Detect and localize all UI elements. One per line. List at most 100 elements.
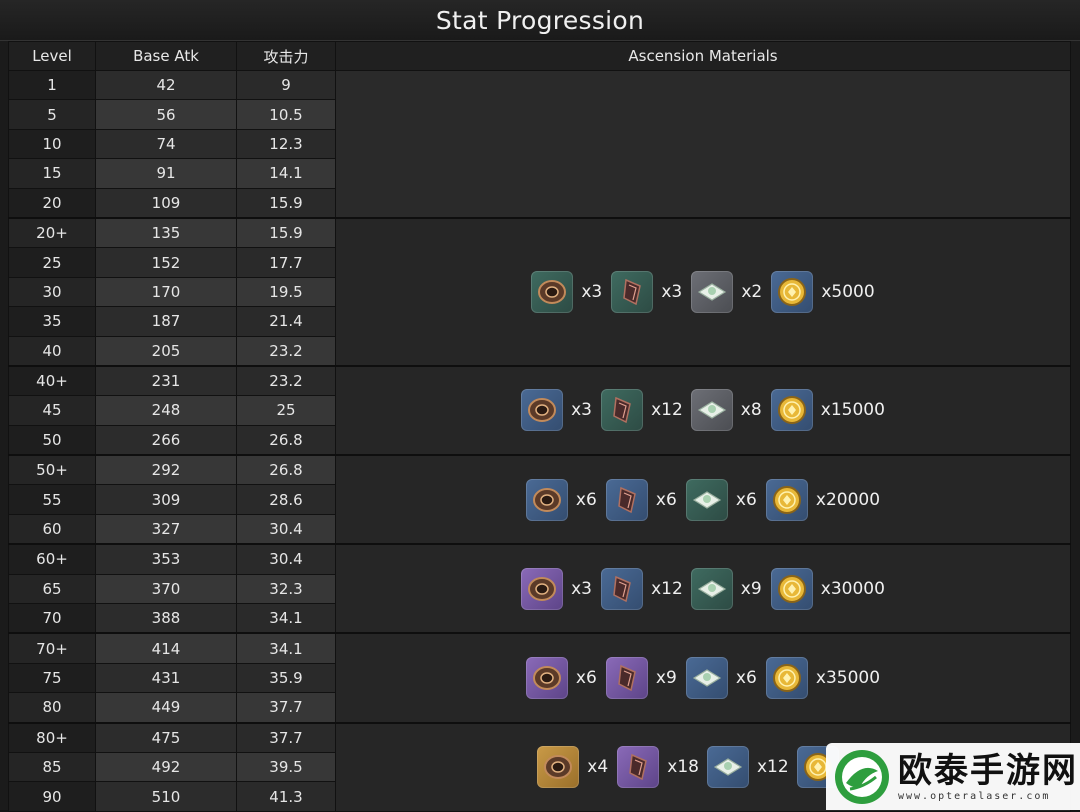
material-item[interactable]: x5000: [771, 270, 875, 313]
elite-drop-material-icon[interactable]: [601, 389, 644, 432]
cell-level: 75: [8, 662, 96, 694]
elite-drop-material-icon[interactable]: [605, 478, 648, 521]
material-item[interactable]: x12: [601, 567, 683, 610]
stat-progression-panel: Stat Progression Level Base Atk 攻击力 Asce…: [0, 0, 1080, 812]
common-drop-material-icon[interactable]: [690, 389, 733, 432]
material-item[interactable]: x6: [605, 478, 678, 521]
common-drop-material-icon[interactable]: [690, 567, 733, 610]
material-item[interactable]: x6: [525, 657, 598, 699]
material-item[interactable]: x20000: [765, 478, 880, 521]
table-row: 70+ 414 34.1 x6 x9 x6 x35000: [8, 632, 1071, 724]
material-item[interactable]: x6: [685, 657, 758, 699]
material-item[interactable]: x9: [605, 657, 678, 699]
material-quantity: x12: [651, 400, 683, 421]
cell-base-atk: 205: [95, 335, 237, 367]
cell-base-atk: 353: [95, 543, 237, 575]
weapon-domain-material-icon[interactable]: [521, 389, 564, 432]
cell-substat: 34.1: [236, 632, 336, 664]
cell-base-atk: 327: [95, 513, 237, 545]
material-quantity: x5000: [821, 281, 875, 302]
material-item[interactable]: x12: [601, 389, 683, 432]
table-row: 20+ 135 15.9 x3 x3 x2 x5000: [8, 216, 1071, 367]
cell-substat: 37.7: [236, 692, 336, 724]
elite-drop-material-icon[interactable]: [605, 657, 648, 699]
common-drop-material-icon[interactable]: [691, 270, 734, 313]
cell-substat: 19.5: [236, 276, 336, 308]
cell-substat: 35.9: [236, 662, 336, 694]
cell-base-atk: 449: [95, 692, 237, 724]
material-quantity: x9: [655, 668, 677, 688]
weapon-domain-material-icon[interactable]: [525, 478, 568, 521]
common-drop-material-icon[interactable]: [685, 657, 728, 699]
weapon-domain-material-icon[interactable]: [521, 567, 564, 610]
cell-substat: 28.6: [236, 484, 336, 515]
mora-coin-icon[interactable]: [765, 478, 808, 521]
material-item[interactable]: x12: [707, 746, 789, 789]
watermark-title: 欧泰手游网: [898, 751, 1078, 791]
cell-base-atk: 152: [95, 247, 237, 278]
cell-substat: 26.8: [236, 454, 336, 486]
elite-drop-material-icon[interactable]: [611, 270, 654, 313]
material-quantity: x4: [587, 757, 609, 778]
material-quantity: x18: [667, 757, 699, 778]
weapon-domain-material-icon[interactable]: [525, 657, 568, 699]
table-row: 40+ 231 23.2 x3 x12 x8 x15000: [8, 364, 1071, 456]
material-list: x3 x12 x8 x15000: [336, 389, 1070, 432]
material-item[interactable]: x9: [690, 567, 763, 610]
cell-substat: 32.3: [236, 573, 336, 605]
cell-level: 80+: [8, 721, 96, 753]
material-item[interactable]: x2: [691, 270, 763, 313]
material-item[interactable]: x18: [617, 746, 699, 789]
cell-level: 65: [8, 573, 96, 605]
material-list: x6 x6 x6 x20000: [336, 478, 1070, 521]
ascension-materials-cell: x6 x9 x6 x35000: [335, 632, 1071, 724]
cell-base-atk: 266: [95, 424, 237, 456]
cell-level: 40: [8, 335, 96, 367]
cell-base-atk: 309: [95, 484, 237, 515]
cell-base-atk: 414: [95, 632, 237, 664]
elite-drop-material-icon[interactable]: [601, 567, 644, 610]
weapon-domain-material-icon[interactable]: [537, 746, 580, 789]
material-item[interactable]: x3: [531, 270, 603, 313]
material-item[interactable]: x30000: [770, 567, 885, 610]
common-drop-material-icon[interactable]: [685, 478, 728, 521]
panel-header: Stat Progression: [0, 0, 1080, 41]
cell-base-atk: 170: [95, 276, 237, 308]
common-drop-material-icon[interactable]: [707, 746, 749, 789]
mora-coin-icon[interactable]: [770, 567, 813, 610]
material-quantity: x12: [651, 578, 683, 599]
material-quantity: x3: [661, 281, 683, 302]
cell-base-atk: 42: [95, 69, 237, 101]
mora-coin-icon[interactable]: [771, 270, 814, 313]
material-item[interactable]: x3: [521, 567, 593, 610]
cell-level: 10: [8, 128, 96, 160]
cell-substat: 30.4: [236, 543, 336, 575]
cell-substat: 39.5: [236, 751, 336, 783]
cell-substat: 21.4: [236, 306, 336, 337]
cell-level: 25: [8, 247, 96, 278]
material-item[interactable]: x35000: [765, 657, 880, 699]
cell-substat: 17.7: [236, 247, 336, 278]
mora-coin-icon[interactable]: [770, 389, 813, 432]
cell-base-atk: 135: [95, 216, 237, 249]
weapon-domain-material-icon[interactable]: [531, 270, 574, 313]
cell-level: 85: [8, 751, 96, 783]
material-item[interactable]: x15000: [770, 389, 885, 432]
ascension-materials-cell: x6 x6 x6 x20000: [335, 454, 1071, 545]
material-item[interactable]: x6: [525, 478, 598, 521]
cell-base-atk: 56: [95, 99, 237, 130]
cell-substat: 26.8: [236, 424, 336, 456]
cell-level: 90: [8, 781, 96, 812]
cell-level: 40+: [8, 364, 96, 397]
material-item[interactable]: x8: [690, 389, 763, 432]
material-quantity: x6: [735, 668, 757, 688]
cell-level: 70+: [8, 632, 96, 664]
material-item[interactable]: x3: [521, 389, 593, 432]
elite-drop-material-icon[interactable]: [617, 746, 660, 789]
material-item[interactable]: x6: [685, 478, 758, 521]
material-quantity: x30000: [820, 578, 885, 599]
cell-substat: 23.2: [236, 335, 336, 367]
material-item[interactable]: x4: [537, 746, 609, 789]
material-item[interactable]: x3: [611, 270, 683, 313]
mora-coin-icon[interactable]: [765, 657, 808, 699]
